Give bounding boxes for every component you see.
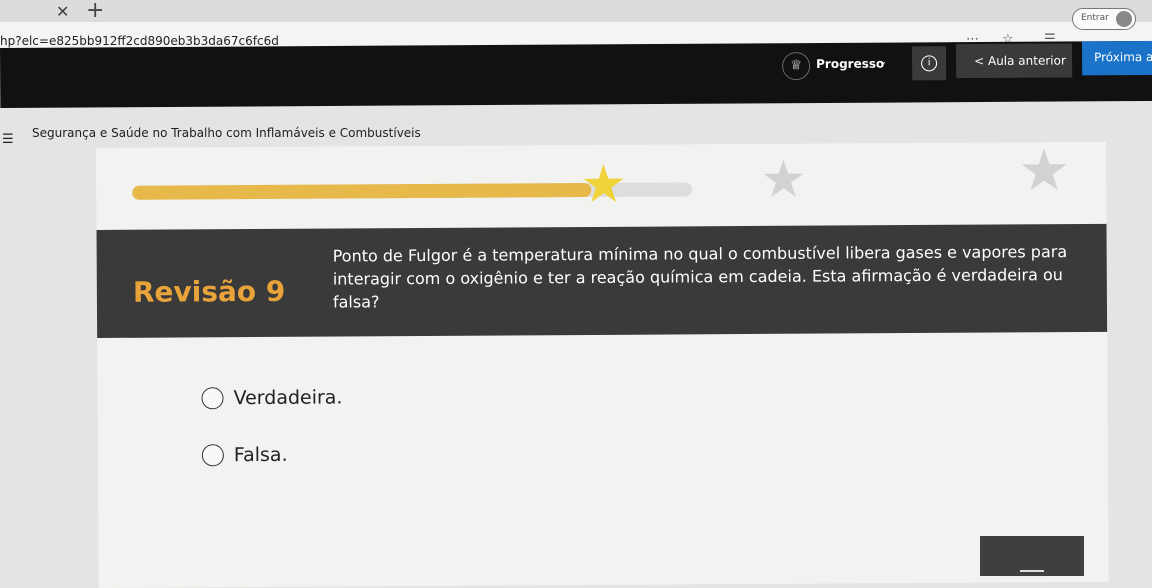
star-empty-icon: ★: [760, 149, 808, 210]
question-title: Revisão 9: [132, 274, 286, 309]
progress-label[interactable]: Progresso: [816, 57, 884, 71]
close-icon[interactable]: ✕: [56, 2, 69, 21]
course-title: Segurança e Saúde no Trabalho com Inflam…: [32, 126, 421, 140]
star-empty-icon: ★: [1017, 136, 1071, 205]
info-button[interactable]: i: [912, 46, 947, 81]
star-earned-icon: ★: [580, 154, 628, 216]
question-banner: Revisão 9 Ponto de Fulgor é a temperatur…: [96, 223, 1108, 338]
trophy-icon[interactable]: ♕: [782, 52, 811, 81]
chevron-down-icon[interactable]: ⌄: [878, 55, 887, 68]
site-header: ♕ Progresso ⌄ i < Aula anterior Próxima …: [0, 40, 1152, 108]
tab-strip: ✕ +: [0, 0, 1152, 23]
next-lesson-button[interactable]: Próxima a: [1081, 40, 1152, 76]
signin-label: Entrar: [1081, 13, 1109, 23]
option-label: Verdadeira.: [233, 386, 343, 410]
lesson-card: ★ ★ ★ Revisão 9 Ponto de Fulgor é a temp…: [96, 136, 1109, 588]
radio-button[interactable]: [201, 387, 224, 410]
option-false[interactable]: Falsa.: [201, 443, 288, 467]
signin-button[interactable]: Entrar: [1072, 8, 1136, 30]
plus-icon[interactable]: +: [86, 0, 104, 23]
prev-lesson-button[interactable]: < Aula anterior: [955, 43, 1073, 79]
option-true[interactable]: Verdadeira.: [201, 386, 343, 410]
menu-icon[interactable]: ☰: [2, 132, 14, 147]
radio-button[interactable]: [201, 444, 224, 467]
progress-fill: [132, 182, 592, 200]
question-text: Ponto de Fulgor é a temperatura mínima n…: [332, 242, 1068, 312]
option-label: Falsa.: [233, 443, 288, 467]
info-icon: i: [921, 55, 938, 72]
profile-icon: [1116, 11, 1132, 27]
minus-icon: [1020, 570, 1044, 572]
menu-toggle-button[interactable]: [980, 536, 1084, 576]
